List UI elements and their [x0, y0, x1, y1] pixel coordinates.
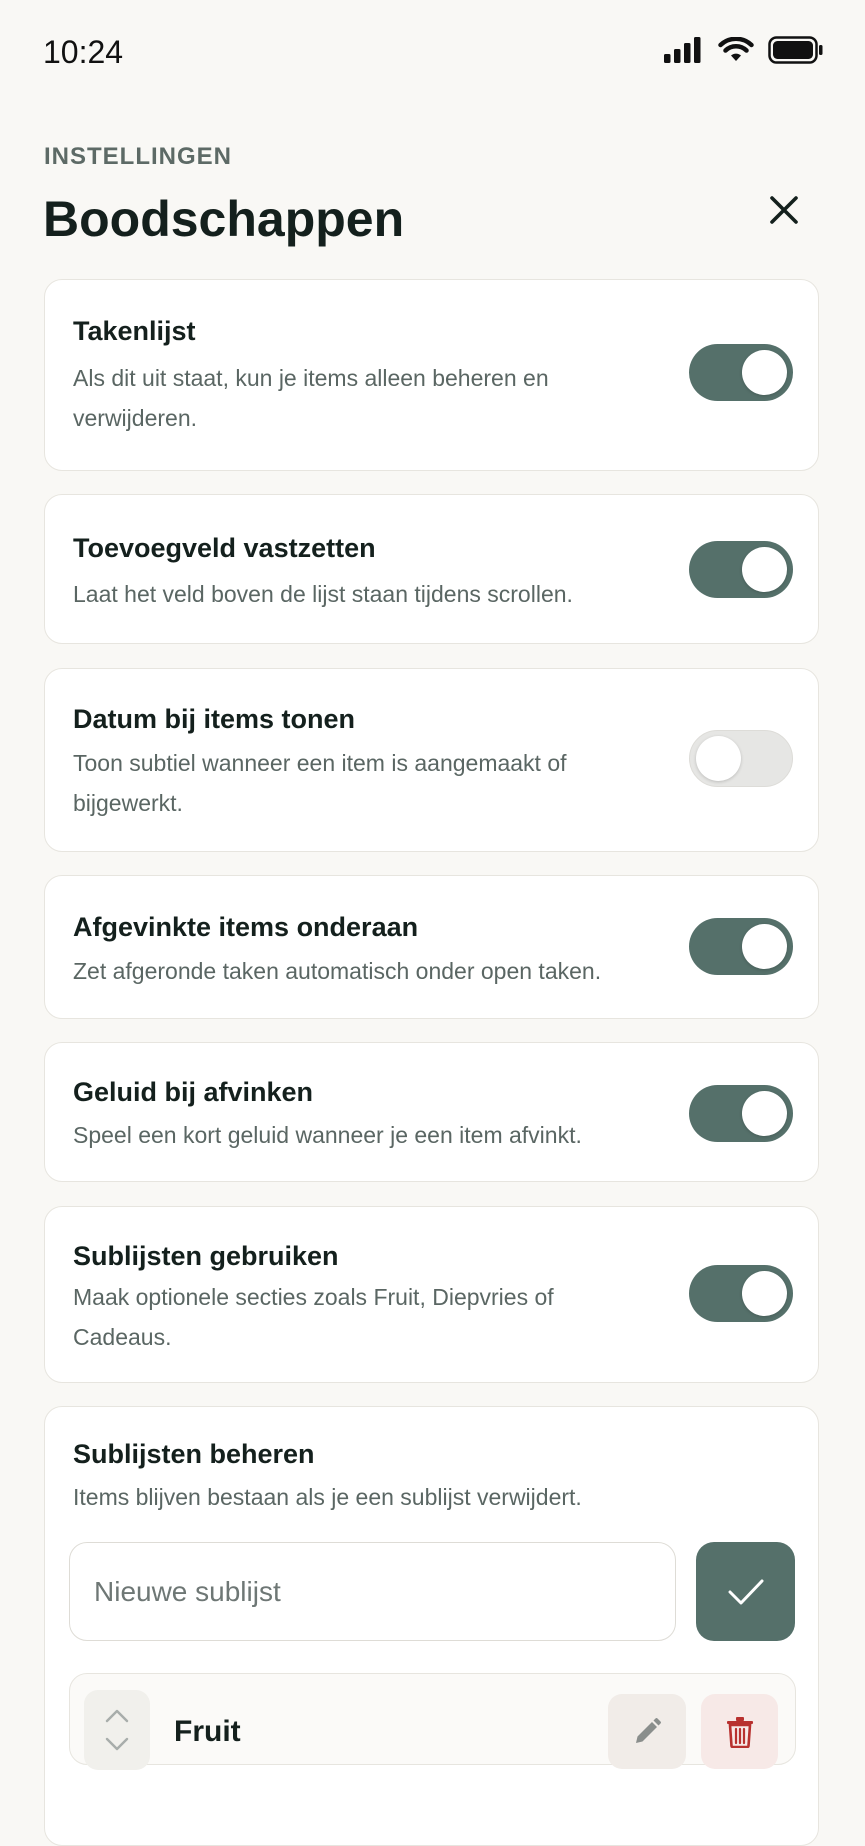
toggle-knob	[742, 1271, 787, 1316]
status-bar: 10:24	[0, 0, 865, 110]
toggle-takenlijst[interactable]	[689, 344, 793, 401]
setting-title: Toevoegveld vastzetten	[73, 533, 376, 563]
toggle-knob	[742, 350, 787, 395]
close-icon	[770, 196, 798, 224]
setting-title: Geluid bij afvinken	[73, 1077, 314, 1107]
setting-card-geluid: Geluid bij afvinken Speel een kort gelui…	[44, 1042, 819, 1182]
trash-icon	[726, 1716, 753, 1748]
toggle-knob	[742, 924, 787, 969]
status-time: 10:24	[43, 34, 124, 70]
reorder-handle[interactable]	[84, 1690, 150, 1770]
toggle-knob	[742, 1091, 787, 1136]
confirm-sublist-button[interactable]	[696, 1542, 795, 1641]
wifi-icon	[718, 37, 754, 61]
setting-description: Laat het veld boven de lijst staan tijde…	[73, 581, 573, 607]
close-button[interactable]	[758, 184, 810, 236]
setting-title: Sublijsten gebruiken	[73, 1241, 339, 1271]
setting-card-datum: Datum bij items tonen Toon subtiel wanne…	[44, 668, 819, 852]
sublists-card: Sublijsten beheren Items blijven bestaan…	[44, 1406, 819, 1846]
page-title: Boodschappen	[43, 191, 405, 247]
toggle-knob	[742, 547, 787, 592]
signal-icon	[664, 37, 701, 63]
edit-sublist-button[interactable]	[608, 1694, 686, 1769]
battery-icon	[768, 36, 823, 64]
setting-card-takenlijst: Takenlijst Als dit uit staat, kun je ite…	[44, 279, 819, 471]
setting-title: Afgevinkte items onderaan	[73, 912, 419, 942]
pencil-icon	[636, 1717, 661, 1743]
toggle-toevoegveld[interactable]	[689, 541, 793, 598]
setting-description: Als dit uit staat, kun je items alleen b…	[73, 365, 549, 431]
setting-card-sublijsten: Sublijsten gebruiken Maak optionele sect…	[44, 1206, 819, 1383]
setting-description: Toon subtiel wanneer een item is aangema…	[73, 750, 567, 816]
check-icon	[728, 1579, 763, 1604]
sublists-description: Items blijven bestaan als je een sublijs…	[73, 1484, 582, 1510]
delete-sublist-button[interactable]	[701, 1694, 778, 1769]
setting-description: Zet afgeronde taken automatisch onder op…	[73, 958, 602, 984]
sublist-row: Fruit	[69, 1673, 796, 1770]
section-eyebrow: INSTELLINGEN	[44, 143, 233, 170]
new-sublist-input[interactable]	[69, 1542, 676, 1641]
toggle-datum[interactable]	[689, 730, 793, 787]
status-icons	[664, 36, 824, 64]
sublist-label: Fruit	[174, 1715, 241, 1748]
setting-title: Datum bij items tonen	[73, 704, 356, 734]
chevron-up-icon[interactable]	[105, 1709, 129, 1723]
setting-description: Maak optionele secties zoals Fruit, Diep…	[73, 1284, 554, 1350]
setting-card-toevoegveld: Toevoegveld vastzetten Laat het veld bov…	[44, 494, 819, 644]
setting-description: Speel een kort geluid wanneer je een ite…	[73, 1122, 582, 1148]
toggle-sublijsten[interactable]	[689, 1265, 793, 1322]
setting-card-afgevinkt: Afgevinkte items onderaan Zet afgeronde …	[44, 875, 819, 1019]
chevron-down-icon[interactable]	[105, 1737, 129, 1751]
toggle-knob	[696, 736, 741, 781]
toggle-afgevinkt[interactable]	[689, 918, 793, 975]
setting-title: Takenlijst	[73, 316, 196, 346]
toggle-geluid[interactable]	[689, 1085, 793, 1142]
sublists-title: Sublijsten beheren	[73, 1439, 315, 1469]
